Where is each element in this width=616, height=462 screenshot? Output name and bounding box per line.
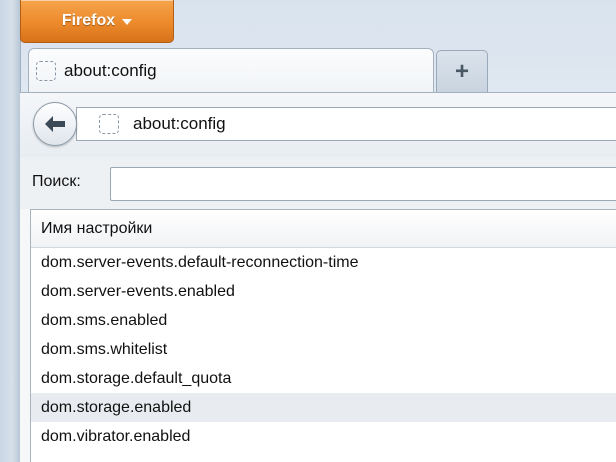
column-header-label: Имя настройки [41, 219, 153, 237]
table-row[interactable]: dom.server-events.enabled [31, 277, 616, 306]
search-input[interactable] [110, 167, 616, 201]
search-label: Поиск: [32, 173, 81, 190]
tab-about-config[interactable]: about:config [28, 48, 434, 92]
window-edge [0, 0, 21, 462]
back-button[interactable] [33, 102, 77, 146]
plus-icon: + [454, 57, 469, 85]
chevron-down-icon [122, 19, 133, 25]
new-tab-button[interactable]: + [436, 50, 488, 92]
table-row[interactable]: dom.sms.enabled [31, 306, 616, 335]
blank-page-icon [99, 114, 119, 134]
back-arrow-icon [45, 116, 65, 132]
pref-name: dom.storage.default_quota [41, 369, 232, 387]
browser-window: Firefox about:config + about:config Поис… [0, 0, 616, 462]
firefox-menu-label: Firefox [61, 12, 116, 29]
table-row[interactable]: dom.vibrator.enabled [31, 422, 616, 451]
pref-name: dom.sms.whitelist [41, 340, 168, 358]
table-row-selected[interactable]: dom.storage.enabled [31, 393, 616, 422]
url-bar[interactable]: about:config [76, 107, 616, 141]
config-page: Поиск: Имя настройки dom.server-events.d… [20, 157, 616, 462]
pref-name: dom.storage.enabled [41, 398, 192, 416]
pref-name: dom.server-events.default-reconnection-t… [41, 253, 359, 271]
url-text: about:config [133, 114, 226, 133]
navigation-bar: about:config [20, 92, 616, 158]
pref-name: dom.server-events.enabled [41, 282, 235, 300]
search-row: Поиск: [20, 157, 616, 209]
pref-name: dom.sms.enabled [41, 311, 168, 329]
column-header-pref-name[interactable]: Имя настройки [31, 210, 616, 248]
table-row[interactable]: dom.storage.default_quota [31, 364, 616, 393]
tab-label: about:config [64, 60, 157, 80]
table-row[interactable]: dom.server-events.default-reconnection-t… [31, 248, 616, 277]
pref-name: dom.vibrator.enabled [41, 427, 191, 445]
blank-page-icon [36, 60, 56, 81]
preferences-list: Имя настройки dom.server-events.default-… [30, 209, 616, 462]
table-row[interactable]: dom.sms.whitelist [31, 335, 616, 364]
firefox-menu-button[interactable]: Firefox [20, 0, 174, 43]
